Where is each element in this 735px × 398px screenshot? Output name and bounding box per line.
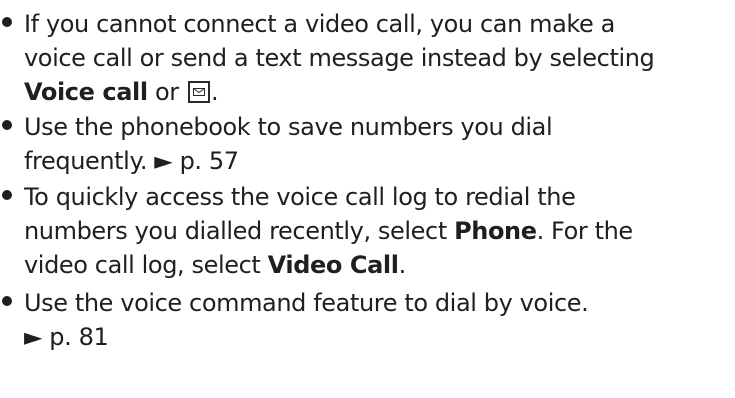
tip-text-segment: numbers you dialled recently, select: [24, 217, 455, 245]
tip-text-line: Voice call or .: [24, 75, 219, 109]
phone-option: Phone: [454, 217, 537, 245]
tip-text-segment: .: [398, 251, 407, 279]
or-text: or: [147, 78, 186, 106]
tip-text-line: If you cannot connect a video call, you …: [24, 10, 615, 38]
voice-call-option: Voice call: [24, 78, 148, 106]
bullet-icon: [2, 296, 12, 306]
bullet-icon: [2, 17, 12, 27]
tip-text-line: To quickly access the voice call log to …: [24, 183, 576, 211]
bullet-icon: [2, 190, 12, 200]
tip-text-line: Use the voice command feature to dial by…: [24, 289, 589, 317]
video-call-option: Video Call: [267, 251, 399, 279]
tip-text-segment: . For the: [536, 217, 634, 245]
tip-text-line: frequently. ► p. 57: [24, 147, 239, 175]
tip-text-line: video call log, select Video Call.: [24, 248, 406, 282]
tip-text-segment: video call log, select: [24, 251, 268, 279]
tip-text-line: Use the phonebook to save numbers you di…: [24, 113, 553, 141]
bullet-icon: [2, 120, 12, 130]
tip-text-line: ► p. 81: [24, 323, 109, 351]
end-punctuation: .: [210, 78, 219, 106]
message-envelope-icon: [187, 81, 210, 103]
tip-text-line: numbers you dialled recently, select Pho…: [24, 214, 633, 248]
tip-text-line: voice call or send a text message instea…: [24, 44, 655, 72]
